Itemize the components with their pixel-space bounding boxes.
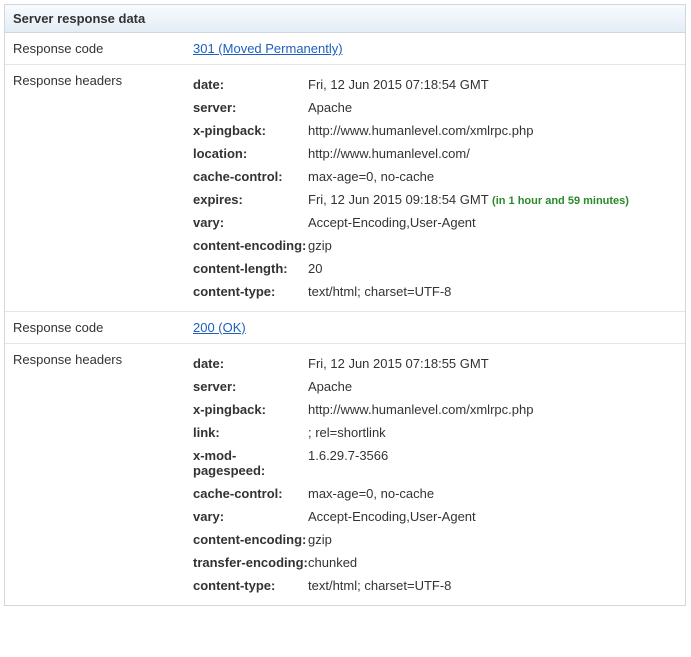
header-value: text/html; charset=UTF-8 [308, 284, 677, 299]
header-row: content-length:20 [193, 257, 677, 280]
header-key: expires: [193, 192, 308, 207]
header-key: date: [193, 356, 308, 371]
header-value-text: text/html; charset=UTF-8 [308, 284, 451, 299]
header-value-text: Accept-Encoding,User-Agent [308, 215, 476, 230]
header-extra: (in 1 hour and 59 minutes) [492, 195, 629, 207]
header-value-text: text/html; charset=UTF-8 [308, 578, 451, 593]
header-row: link:; rel=shortlink [193, 421, 677, 444]
header-value-text: 20 [308, 261, 322, 276]
header-value: chunked [308, 555, 677, 570]
server-response-panel: Server response data Response code 301 (M… [4, 4, 686, 606]
header-value-text: Fri, 12 Jun 2015 09:18:54 GMT [308, 192, 488, 207]
header-value: text/html; charset=UTF-8 [308, 578, 677, 593]
header-value-text: 1.6.29.7-3566 [308, 448, 388, 463]
header-row: content-type:text/html; charset=UTF-8 [193, 574, 677, 597]
row-content: 200 (OK) [185, 312, 685, 343]
header-row: vary:Accept-Encoding,User-Agent [193, 211, 677, 234]
header-value-text: Apache [308, 100, 352, 115]
row-label: Response headers [5, 344, 185, 605]
row-label: Response headers [5, 65, 185, 311]
row-label: Response code [5, 312, 185, 343]
header-value-text: http://www.humanlevel.com/xmlrpc.php [308, 123, 533, 138]
header-value: Fri, 12 Jun 2015 07:18:55 GMT [308, 356, 677, 371]
header-value-text: Accept-Encoding,User-Agent [308, 509, 476, 524]
header-value: Accept-Encoding,User-Agent [308, 509, 677, 524]
header-value: Apache [308, 379, 677, 394]
header-value-text: Fri, 12 Jun 2015 07:18:54 GMT [308, 77, 489, 92]
header-value: gzip [308, 532, 677, 547]
header-key: vary: [193, 509, 308, 524]
header-row: cache-control:max-age=0, no-cache [193, 482, 677, 505]
header-key: transfer-encoding: [193, 555, 308, 570]
row-content: date:Fri, 12 Jun 2015 07:18:55 GMTserver… [185, 344, 685, 605]
header-key: location: [193, 146, 308, 161]
row-label: Response code [5, 33, 185, 64]
header-row: x-pingback:http://www.humanlevel.com/xml… [193, 398, 677, 421]
header-value: Accept-Encoding,User-Agent [308, 215, 677, 230]
header-value-text: max-age=0, no-cache [308, 169, 434, 184]
header-key: server: [193, 379, 308, 394]
header-key: content-length: [193, 261, 308, 276]
header-row: expires:Fri, 12 Jun 2015 09:18:54 GMT (i… [193, 188, 677, 211]
header-value: Fri, 12 Jun 2015 07:18:54 GMT [308, 77, 677, 92]
header-key: content-type: [193, 578, 308, 593]
header-row: date:Fri, 12 Jun 2015 07:18:55 GMT [193, 352, 677, 375]
header-row: content-encoding:gzip [193, 234, 677, 257]
header-key: content-encoding: [193, 238, 308, 253]
header-value-text: http://www.humanlevel.com/ [308, 146, 470, 161]
header-key: x-pingback: [193, 402, 308, 417]
header-value: http://www.humanlevel.com/xmlrpc.php [308, 123, 677, 138]
header-row: x-pingback:http://www.humanlevel.com/xml… [193, 119, 677, 142]
panel-body: Response code301 (Moved Permanently)Resp… [5, 33, 685, 605]
header-key: x-mod-pagespeed: [193, 448, 308, 478]
response-row: Response code 200 (OK) [5, 312, 685, 344]
header-key: vary: [193, 215, 308, 230]
header-key: content-type: [193, 284, 308, 299]
header-row: server:Apache [193, 375, 677, 398]
header-value: ; rel=shortlink [308, 425, 677, 440]
header-key: date: [193, 77, 308, 92]
header-value-text: http://www.humanlevel.com/xmlrpc.php [308, 402, 533, 417]
header-value: 1.6.29.7-3566 [308, 448, 677, 478]
header-row: content-type:text/html; charset=UTF-8 [193, 280, 677, 303]
response-code-link[interactable]: 200 (OK) [193, 320, 246, 335]
panel-title: Server response data [5, 5, 685, 33]
header-value-text: Fri, 12 Jun 2015 07:18:55 GMT [308, 356, 489, 371]
response-row: Response headersdate:Fri, 12 Jun 2015 07… [5, 344, 685, 605]
header-row: date:Fri, 12 Jun 2015 07:18:54 GMT [193, 73, 677, 96]
row-content: 301 (Moved Permanently) [185, 33, 685, 64]
header-value: Fri, 12 Jun 2015 09:18:54 GMT (in 1 hour… [308, 192, 677, 207]
header-value-text: Apache [308, 379, 352, 394]
header-row: cache-control:max-age=0, no-cache [193, 165, 677, 188]
response-row: Response headersdate:Fri, 12 Jun 2015 07… [5, 65, 685, 312]
header-value: http://www.humanlevel.com/xmlrpc.php [308, 402, 677, 417]
response-code-link[interactable]: 301 (Moved Permanently) [193, 41, 343, 56]
header-value: max-age=0, no-cache [308, 169, 677, 184]
header-value: Apache [308, 100, 677, 115]
header-value: gzip [308, 238, 677, 253]
header-key: cache-control: [193, 169, 308, 184]
header-row: server:Apache [193, 96, 677, 119]
header-value-text: chunked [308, 555, 357, 570]
header-key: link: [193, 425, 308, 440]
header-key: x-pingback: [193, 123, 308, 138]
header-value: max-age=0, no-cache [308, 486, 677, 501]
header-value-text: max-age=0, no-cache [308, 486, 434, 501]
header-row: transfer-encoding:chunked [193, 551, 677, 574]
header-value-text: ; rel=shortlink [308, 425, 386, 440]
header-key: content-encoding: [193, 532, 308, 547]
header-row: x-mod-pagespeed:1.6.29.7-3566 [193, 444, 677, 482]
response-row: Response code 301 (Moved Permanently) [5, 33, 685, 65]
header-row: content-encoding:gzip [193, 528, 677, 551]
header-row: vary:Accept-Encoding,User-Agent [193, 505, 677, 528]
row-content: date:Fri, 12 Jun 2015 07:18:54 GMTserver… [185, 65, 685, 311]
header-value-text: gzip [308, 238, 332, 253]
header-value: 20 [308, 261, 677, 276]
header-value-text: gzip [308, 532, 332, 547]
header-key: server: [193, 100, 308, 115]
header-value: http://www.humanlevel.com/ [308, 146, 677, 161]
header-row: location:http://www.humanlevel.com/ [193, 142, 677, 165]
header-key: cache-control: [193, 486, 308, 501]
